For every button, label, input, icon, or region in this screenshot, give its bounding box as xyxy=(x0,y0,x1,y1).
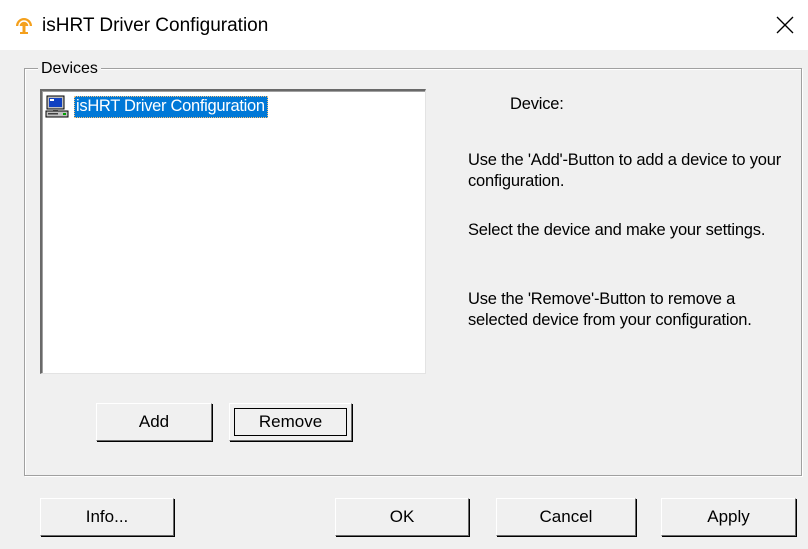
ok-button[interactable]: OK xyxy=(335,498,469,536)
info-button-label: Info... xyxy=(85,507,129,526)
devices-group-label: Devices xyxy=(38,60,101,78)
ok-button-label: OK xyxy=(389,507,415,526)
remove-button[interactable]: Remove xyxy=(229,403,352,441)
computer-icon xyxy=(45,95,69,118)
device-description-title: Device: xyxy=(510,95,564,113)
remove-button-label: Remove xyxy=(258,412,323,431)
device-help-text-add: Use the 'Add'-Button to add a device to … xyxy=(468,151,782,190)
title-bar: isHRT Driver Configuration xyxy=(0,0,808,50)
add-button[interactable]: Add xyxy=(96,403,212,441)
add-button-label: Add xyxy=(138,412,170,431)
window-title: isHRT Driver Configuration xyxy=(42,15,269,36)
ishrt-app-icon xyxy=(16,18,32,34)
close-icon xyxy=(776,16,794,34)
device-help-text-select: Select the device and make your settings… xyxy=(468,221,766,239)
list-item-label: isHRT Driver Configuration xyxy=(74,96,268,118)
cancel-button[interactable]: Cancel xyxy=(496,498,636,536)
list-item[interactable]: isHRT Driver Configuration xyxy=(45,94,268,120)
device-help-text-remove: Use the 'Remove'-Button to remove a sele… xyxy=(468,290,752,329)
info-button[interactable]: Info... xyxy=(40,498,174,536)
device-listbox[interactable]: isHRT Driver Configuration xyxy=(40,89,426,374)
apply-button[interactable]: Apply xyxy=(661,498,796,536)
cancel-button-label: Cancel xyxy=(539,507,593,526)
close-button[interactable] xyxy=(762,0,808,50)
apply-button-label: Apply xyxy=(707,507,750,526)
